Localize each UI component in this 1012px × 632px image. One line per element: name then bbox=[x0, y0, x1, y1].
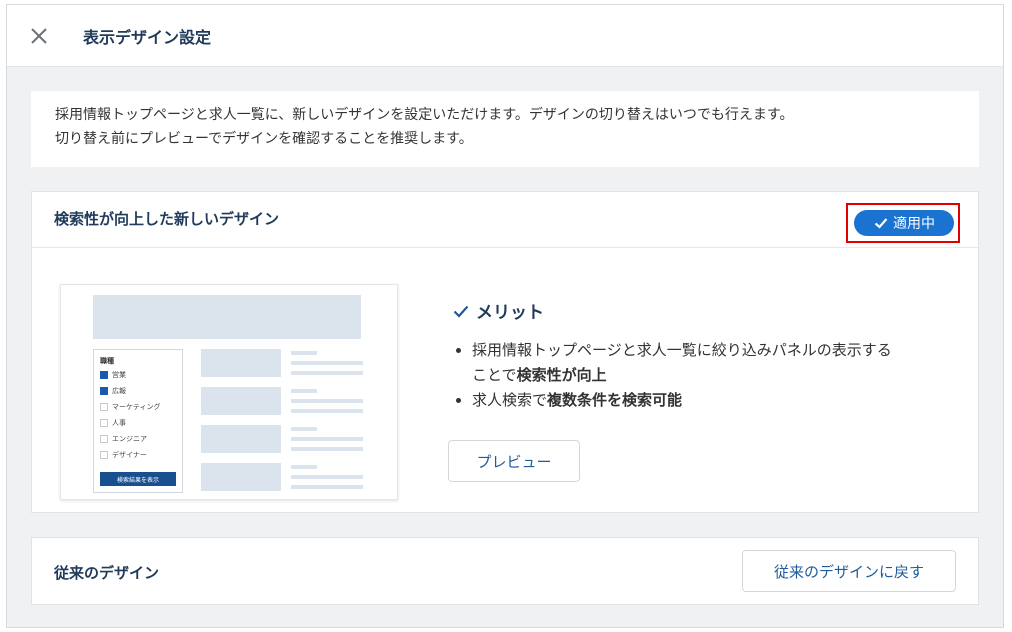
checkbox-icon bbox=[100, 403, 108, 411]
thumbnail-option: 人事 bbox=[100, 418, 126, 428]
thumbnail-line bbox=[291, 399, 363, 403]
checkbox-icon bbox=[100, 451, 108, 459]
design-settings-modal: 表示デザイン設定 採用情報トップページと求人一覧に、新しいデザインを設定いただけ… bbox=[6, 4, 1004, 628]
thumbnail-line bbox=[291, 409, 363, 413]
checkbox-icon bbox=[100, 371, 108, 379]
thumbnail-option: デザイナー bbox=[100, 450, 147, 460]
thumbnail-block bbox=[201, 387, 281, 415]
status-badge: 適用中 bbox=[854, 210, 954, 236]
modal-title: 表示デザイン設定 bbox=[83, 28, 212, 47]
thumbnail-line bbox=[291, 361, 363, 365]
status-highlight: 適用中 bbox=[846, 203, 960, 243]
new-design-title: 検索性が向上した新しいデザイン bbox=[54, 210, 280, 228]
revert-design-button[interactable]: 従来のデザインに戻す bbox=[742, 550, 956, 592]
thumbnail-banner bbox=[93, 295, 361, 339]
checkbox-icon bbox=[100, 419, 108, 427]
thumbnail-line bbox=[291, 427, 317, 431]
preview-button[interactable]: プレビュー bbox=[448, 440, 580, 482]
notice-line-2: 切り替え前にプレビューでデザインを確認することを推奨します。 bbox=[55, 131, 473, 147]
checkbox-icon bbox=[100, 387, 108, 395]
merit-title: メリット bbox=[476, 303, 544, 323]
thumbnail-block bbox=[201, 463, 281, 491]
merit-heading: メリット bbox=[452, 298, 544, 323]
checkbox-icon bbox=[100, 435, 108, 443]
thumbnail-block bbox=[201, 425, 281, 453]
old-design-title: 従来のデザイン bbox=[54, 564, 160, 582]
status-badge-label: 適用中 bbox=[893, 216, 935, 232]
thumbnail-line bbox=[291, 485, 363, 489]
thumbnail-option: 広報 bbox=[100, 386, 126, 396]
thumbnail-filter-panel: 職種 営業 広報 マーケティング 人事 エンジニア デザイナー 検索結果を表示 bbox=[93, 349, 183, 493]
thumbnail-line bbox=[291, 371, 363, 375]
thumbnail-search-button: 検索結果を表示 bbox=[100, 472, 176, 486]
list-item: 採用情報トップページと求人一覧に絞り込みパネルの表示する ことで検索性が向上 bbox=[452, 338, 952, 388]
thumbnail-panel-title: 職種 bbox=[100, 357, 114, 365]
design-thumbnail: 職種 営業 広報 マーケティング 人事 エンジニア デザイナー 検索結果を表示 bbox=[60, 284, 398, 500]
old-design-card: 従来のデザイン 従来のデザインに戻す bbox=[31, 537, 979, 605]
new-design-card-header: 検索性が向上した新しいデザイン 適用中 bbox=[32, 192, 978, 248]
close-icon[interactable] bbox=[27, 24, 51, 48]
thumbnail-option: エンジニア bbox=[100, 434, 147, 444]
thumbnail-line bbox=[291, 465, 317, 469]
check-icon bbox=[453, 305, 469, 318]
thumbnail-option: 営業 bbox=[100, 370, 126, 380]
thumbnail-line bbox=[291, 475, 363, 479]
thumbnail-line bbox=[291, 447, 363, 451]
info-notice: 採用情報トップページと求人一覧に、新しいデザインを設定いただけます。デザインの切… bbox=[31, 91, 979, 167]
thumbnail-line bbox=[291, 389, 317, 393]
check-icon bbox=[874, 218, 888, 229]
merit-list: 採用情報トップページと求人一覧に絞り込みパネルの表示する ことで検索性が向上 求… bbox=[452, 338, 952, 413]
new-design-card: 検索性が向上した新しいデザイン 適用中 職種 営業 広報 マーケティング 人事 … bbox=[31, 191, 979, 513]
thumbnail-line bbox=[291, 437, 363, 441]
notice-line-1: 採用情報トップページと求人一覧に、新しいデザインを設定いただけます。デザインの切… bbox=[55, 107, 794, 123]
list-item: 求人検索で複数条件を検索可能 bbox=[452, 388, 952, 413]
thumbnail-line bbox=[291, 351, 317, 355]
thumbnail-option: マーケティング bbox=[100, 402, 160, 412]
modal-header: 表示デザイン設定 bbox=[7, 5, 1003, 67]
thumbnail-block bbox=[201, 349, 281, 377]
